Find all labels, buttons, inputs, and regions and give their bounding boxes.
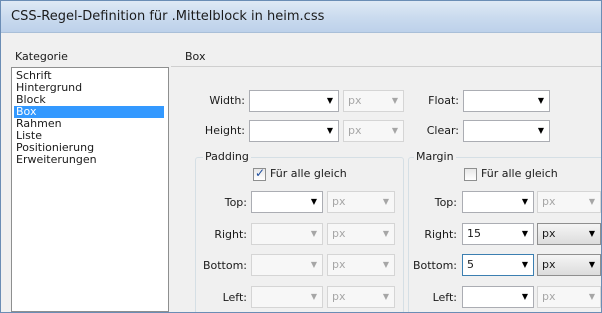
chevron-down-icon: ▼ <box>382 197 389 206</box>
padding-left-label: Left: <box>222 291 247 304</box>
chevron-down-icon: ▼ <box>310 197 317 206</box>
margin-bottom-unit-select[interactable]: px ▼ <box>537 254 601 276</box>
float-select[interactable]: ▼ <box>463 90 550 112</box>
checkmark-icon[interactable] <box>253 166 266 181</box>
padding-right-unit-select[interactable]: px ▼ <box>327 223 395 245</box>
chevron-down-icon: ▼ <box>382 292 389 301</box>
padding-right-label: Right: <box>214 228 247 241</box>
margin-right-unit-select[interactable]: px ▼ <box>537 223 601 245</box>
margin-bottom-select[interactable]: 5 ▼ <box>462 254 534 276</box>
chevron-down-icon: ▼ <box>521 260 528 269</box>
chevron-down-icon: ▼ <box>310 260 317 269</box>
chevron-down-icon: ▼ <box>310 229 317 238</box>
window-title: CSS-Regel-Definition für .Mittelblock in… <box>11 9 325 24</box>
margin-right-unit: px <box>542 227 556 240</box>
width-value-select[interactable]: ▼ <box>249 90 339 112</box>
margin-top-unit-select[interactable]: px ▼ <box>537 191 601 213</box>
chevron-down-icon: ▼ <box>588 197 595 206</box>
margin-left-select[interactable]: ▼ <box>462 286 534 308</box>
clear-label: Clear: <box>426 124 459 137</box>
width-unit-select[interactable]: px ▼ <box>343 90 404 112</box>
section-header: Box <box>185 50 206 63</box>
padding-right-select[interactable]: ▼ <box>251 223 323 245</box>
margin-bottom-unit: px <box>542 258 556 271</box>
margin-same-for-all-checkbox[interactable]: Für alle gleich <box>464 167 574 182</box>
padding-same-for-all-label: Für alle gleich <box>270 167 347 180</box>
chevron-down-icon: ▼ <box>326 126 333 135</box>
chevron-down-icon: ▼ <box>382 229 389 238</box>
padding-left-select[interactable]: ▼ <box>251 286 323 308</box>
padding-bottom-unit: px <box>332 258 346 271</box>
margin-right-label: Right: <box>424 228 457 241</box>
margin-group-title: Margin <box>414 150 456 164</box>
category-item-block[interactable]: Block <box>14 94 164 106</box>
category-item-erweiterungen[interactable]: Erweiterungen <box>14 154 164 166</box>
chevron-down-icon: ▼ <box>521 229 528 238</box>
height-unit: px <box>348 124 362 137</box>
title-bar[interactable]: CSS-Regel-Definition für .Mittelblock in… <box>1 1 601 33</box>
css-rule-definition-dialog: CSS-Regel-Definition für .Mittelblock in… <box>0 0 602 313</box>
padding-top-label: Top: <box>224 196 247 209</box>
height-value-select[interactable]: ▼ <box>249 120 339 142</box>
padding-left-unit-select[interactable]: px ▼ <box>327 286 395 308</box>
chevron-down-icon: ▼ <box>391 96 398 105</box>
header-divider <box>171 66 601 67</box>
padding-top-unit: px <box>332 195 346 208</box>
chevron-down-icon: ▼ <box>521 197 528 206</box>
margin-right-select[interactable]: 15 ▼ <box>462 223 534 245</box>
padding-top-select[interactable]: ▼ <box>251 191 323 213</box>
margin-bottom-value: 5 <box>467 258 474 271</box>
padding-top-unit-select[interactable]: px ▼ <box>327 191 395 213</box>
height-label: Height: <box>204 124 245 137</box>
chevron-down-icon: ▼ <box>588 292 595 301</box>
margin-left-label: Left: <box>432 291 457 304</box>
checkbox-unchecked-icon[interactable] <box>464 168 477 181</box>
margin-top-label: Top: <box>434 196 457 209</box>
margin-top-select[interactable]: ▼ <box>462 191 534 213</box>
padding-same-for-all-checkbox[interactable]: Für alle gleich <box>253 166 363 182</box>
width-unit: px <box>348 94 362 107</box>
margin-left-unit-select[interactable]: px ▼ <box>537 286 601 308</box>
chevron-down-icon: ▼ <box>521 292 528 301</box>
chevron-down-icon: ▼ <box>382 260 389 269</box>
chevron-down-icon: ▼ <box>537 126 544 135</box>
margin-right-value: 15 <box>467 227 481 240</box>
height-unit-select[interactable]: px ▼ <box>343 120 404 142</box>
margin-bottom-label: Bottom: <box>412 259 457 272</box>
chevron-down-icon: ▼ <box>310 292 317 301</box>
dialog-content: Kategorie Box Schrift Hintergrund Block … <box>1 33 601 312</box>
padding-group-title: Padding <box>203 150 251 164</box>
padding-bottom-label: Bottom: <box>202 259 247 272</box>
category-list[interactable]: Schrift Hintergrund Block Box Rahmen Lis… <box>11 67 169 312</box>
float-label: Float: <box>428 94 459 107</box>
chevron-down-icon: ▼ <box>588 260 595 269</box>
chevron-down-icon: ▼ <box>588 229 595 238</box>
clear-select[interactable]: ▼ <box>463 120 550 142</box>
margin-same-for-all-label: Für alle gleich <box>481 167 558 180</box>
chevron-down-icon: ▼ <box>391 126 398 135</box>
chevron-down-icon: ▼ <box>326 96 333 105</box>
margin-top-unit: px <box>542 195 556 208</box>
width-label: Width: <box>209 94 245 107</box>
padding-left-unit: px <box>332 290 346 303</box>
padding-bottom-select[interactable]: ▼ <box>251 254 323 276</box>
padding-bottom-unit-select[interactable]: px ▼ <box>327 254 395 276</box>
chevron-down-icon: ▼ <box>537 96 544 105</box>
margin-left-unit: px <box>542 290 556 303</box>
category-header: Kategorie <box>15 50 68 63</box>
padding-right-unit: px <box>332 227 346 240</box>
